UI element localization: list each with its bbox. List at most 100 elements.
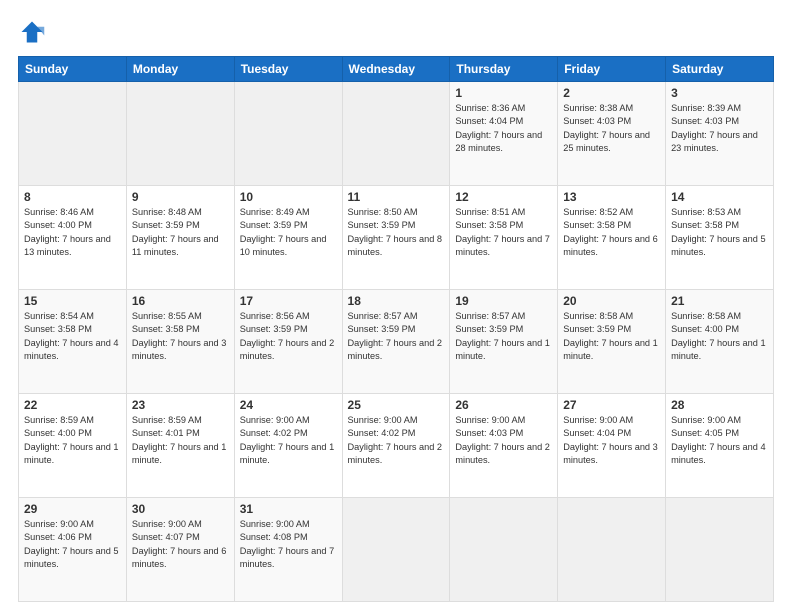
calendar-cell: 23 Sunrise: 8:59 AMSunset: 4:01 PMDayligh… [126, 394, 234, 498]
calendar-cell [342, 498, 450, 602]
day-number: 14 [671, 190, 768, 204]
calendar-week-row: 29 Sunrise: 9:00 AMSunset: 4:06 PMDayligh… [19, 498, 774, 602]
calendar-cell: 17 Sunrise: 8:56 AMSunset: 3:59 PMDayligh… [234, 290, 342, 394]
day-number: 1 [455, 86, 552, 100]
calendar-cell [234, 82, 342, 186]
day-number: 8 [24, 190, 121, 204]
calendar-cell: 3 Sunrise: 8:39 AMSunset: 4:03 PMDaylight… [666, 82, 774, 186]
day-info: Sunrise: 9:00 AMSunset: 4:03 PMDaylight:… [455, 415, 550, 465]
day-info: Sunrise: 8:50 AMSunset: 3:59 PMDaylight:… [348, 207, 443, 257]
day-info: Sunrise: 8:52 AMSunset: 3:58 PMDaylight:… [563, 207, 658, 257]
calendar-cell: 13 Sunrise: 8:52 AMSunset: 3:58 PMDayligh… [558, 186, 666, 290]
day-info: Sunrise: 8:53 AMSunset: 3:58 PMDaylight:… [671, 207, 766, 257]
day-number: 15 [24, 294, 121, 308]
calendar-cell [126, 82, 234, 186]
calendar-cell: 8 Sunrise: 8:46 AMSunset: 4:00 PMDaylight… [19, 186, 127, 290]
calendar-week-row: 8 Sunrise: 8:46 AMSunset: 4:00 PMDaylight… [19, 186, 774, 290]
day-info: Sunrise: 8:54 AMSunset: 3:58 PMDaylight:… [24, 311, 119, 361]
day-number: 23 [132, 398, 229, 412]
weekday-header-thursday: Thursday [450, 57, 558, 82]
calendar-cell [450, 498, 558, 602]
calendar-cell [19, 82, 127, 186]
day-number: 9 [132, 190, 229, 204]
calendar-week-row: 1 Sunrise: 8:36 AMSunset: 4:04 PMDaylight… [19, 82, 774, 186]
weekday-header-monday: Monday [126, 57, 234, 82]
day-number: 16 [132, 294, 229, 308]
logo [18, 18, 50, 46]
weekday-header-row: SundayMondayTuesdayWednesdayThursdayFrid… [19, 57, 774, 82]
calendar-cell: 15 Sunrise: 8:54 AMSunset: 3:58 PMDayligh… [19, 290, 127, 394]
day-info: Sunrise: 8:57 AMSunset: 3:59 PMDaylight:… [348, 311, 443, 361]
day-info: Sunrise: 9:00 AMSunset: 4:07 PMDaylight:… [132, 519, 227, 569]
calendar-cell: 2 Sunrise: 8:38 AMSunset: 4:03 PMDaylight… [558, 82, 666, 186]
day-info: Sunrise: 8:57 AMSunset: 3:59 PMDaylight:… [455, 311, 550, 361]
calendar-cell: 20 Sunrise: 8:58 AMSunset: 3:59 PMDayligh… [558, 290, 666, 394]
day-number: 24 [240, 398, 337, 412]
calendar-cell: 27Sunrise: 9:00 AMSunset: 4:04 PMDayligh… [558, 394, 666, 498]
weekday-header-friday: Friday [558, 57, 666, 82]
calendar-cell: 26 Sunrise: 9:00 AMSunset: 4:03 PMDayligh… [450, 394, 558, 498]
day-info: Sunrise: 9:00 AMSunset: 4:06 PMDaylight:… [24, 519, 119, 569]
day-number: 18 [348, 294, 445, 308]
day-info: Sunrise: 9:00 AMSunset: 4:02 PMDaylight:… [240, 415, 335, 465]
day-number: 13 [563, 190, 660, 204]
calendar-cell: 1 Sunrise: 8:36 AMSunset: 4:04 PMDaylight… [450, 82, 558, 186]
calendar-cell: 10Sunrise: 8:49 AMSunset: 3:59 PMDayligh… [234, 186, 342, 290]
calendar-cell: 18 Sunrise: 8:57 AMSunset: 3:59 PMDayligh… [342, 290, 450, 394]
logo-icon [18, 18, 46, 46]
calendar-cell: 31 Sunrise: 9:00 AMSunset: 4:08 PMDayligh… [234, 498, 342, 602]
calendar-cell: 25 Sunrise: 9:00 AMSunset: 4:02 PMDayligh… [342, 394, 450, 498]
day-info: Sunrise: 8:59 AMSunset: 4:01 PMDaylight:… [132, 415, 227, 465]
calendar-cell: 22 Sunrise: 8:59 AMSunset: 4:00 PMDayligh… [19, 394, 127, 498]
day-info: Sunrise: 9:00 AMSunset: 4:08 PMDaylight:… [240, 519, 335, 569]
calendar-cell: 29 Sunrise: 9:00 AMSunset: 4:06 PMDayligh… [19, 498, 127, 602]
day-number: 25 [348, 398, 445, 412]
day-info: Sunrise: 8:58 AMSunset: 4:00 PMDaylight:… [671, 311, 766, 361]
day-info: Sunrise: 9:00 AMSunset: 4:02 PMDaylight:… [348, 415, 443, 465]
header [18, 18, 774, 46]
day-number: 28 [671, 398, 768, 412]
calendar-cell [342, 82, 450, 186]
calendar-cell: 30 Sunrise: 9:00 AMSunset: 4:07 PMDayligh… [126, 498, 234, 602]
calendar-week-row: 15 Sunrise: 8:54 AMSunset: 3:58 PMDayligh… [19, 290, 774, 394]
day-number: 26 [455, 398, 552, 412]
calendar-cell [558, 498, 666, 602]
day-number: 20 [563, 294, 660, 308]
day-number: 30 [132, 502, 229, 516]
day-number: 11 [348, 190, 445, 204]
weekday-header-tuesday: Tuesday [234, 57, 342, 82]
day-number: 2 [563, 86, 660, 100]
day-info: Sunrise: 8:46 AMSunset: 4:00 PMDaylight:… [24, 207, 111, 257]
day-info: Sunrise: 9:00 AMSunset: 4:04 PMDaylight:… [563, 415, 658, 465]
day-info: Sunrise: 8:55 AMSunset: 3:58 PMDaylight:… [132, 311, 227, 361]
day-info: Sunrise: 8:39 AMSunset: 4:03 PMDaylight:… [671, 103, 758, 153]
calendar-table: SundayMondayTuesdayWednesdayThursdayFrid… [18, 56, 774, 602]
day-number: 3 [671, 86, 768, 100]
calendar-cell: 28 Sunrise: 9:00 AMSunset: 4:05 PMDayligh… [666, 394, 774, 498]
day-info: Sunrise: 8:36 AMSunset: 4:04 PMDaylight:… [455, 103, 542, 153]
day-number: 19 [455, 294, 552, 308]
day-number: 22 [24, 398, 121, 412]
day-info: Sunrise: 8:58 AMSunset: 3:59 PMDaylight:… [563, 311, 658, 361]
day-info: Sunrise: 8:48 AMSunset: 3:59 PMDaylight:… [132, 207, 219, 257]
day-number: 17 [240, 294, 337, 308]
day-number: 31 [240, 502, 337, 516]
calendar-cell: 9 Sunrise: 8:48 AMSunset: 3:59 PMDaylight… [126, 186, 234, 290]
calendar-cell: 12Sunrise: 8:51 AMSunset: 3:58 PMDayligh… [450, 186, 558, 290]
calendar-cell [666, 498, 774, 602]
page: SundayMondayTuesdayWednesdayThursdayFrid… [0, 0, 792, 612]
day-number: 21 [671, 294, 768, 308]
calendar-cell: 24 Sunrise: 9:00 AMSunset: 4:02 PMDayligh… [234, 394, 342, 498]
day-number: 10 [240, 190, 337, 204]
calendar-cell: 19 Sunrise: 8:57 AMSunset: 3:59 PMDayligh… [450, 290, 558, 394]
day-info: Sunrise: 8:51 AMSunset: 3:58 PMDaylight:… [455, 207, 550, 257]
calendar-week-row: 22 Sunrise: 8:59 AMSunset: 4:00 PMDayligh… [19, 394, 774, 498]
day-info: Sunrise: 8:59 AMSunset: 4:00 PMDaylight:… [24, 415, 119, 465]
calendar-cell: 14 Sunrise: 8:53 AMSunset: 3:58 PMDayligh… [666, 186, 774, 290]
day-info: Sunrise: 9:00 AMSunset: 4:05 PMDaylight:… [671, 415, 766, 465]
weekday-header-wednesday: Wednesday [342, 57, 450, 82]
day-info: Sunrise: 8:38 AMSunset: 4:03 PMDaylight:… [563, 103, 650, 153]
day-number: 29 [24, 502, 121, 516]
calendar-cell: 16 Sunrise: 8:55 AMSunset: 3:58 PMDayligh… [126, 290, 234, 394]
day-info: Sunrise: 8:56 AMSunset: 3:59 PMDaylight:… [240, 311, 335, 361]
